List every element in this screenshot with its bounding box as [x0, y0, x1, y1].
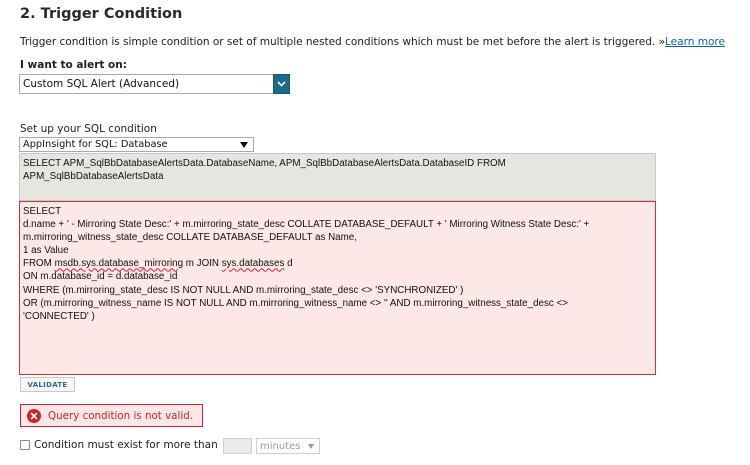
dropdown-arrow-icon	[308, 444, 314, 449]
error-message-box: Query condition is not valid.	[20, 404, 203, 427]
sql-line: SELECT	[23, 206, 62, 217]
sql-prefix-readonly: SELECT APM_SqlBbDatabaseAlertsData.Datab…	[19, 153, 656, 201]
error-x-icon	[27, 408, 41, 423]
section-title: 2. Trigger Condition	[20, 6, 183, 22]
sql-token-misspelled: sys.databases	[221, 258, 285, 270]
condition-duration-checkbox[interactable]	[20, 440, 30, 450]
alert-type-selected-value: Custom SQL Alert (Advanced)	[23, 78, 180, 90]
duration-unit-select[interactable]: minutes	[256, 438, 320, 454]
sql-line: WHERE (m.mirroring_state_desc IS NOT NUL…	[23, 284, 464, 296]
learn-more-link[interactable]: Learn more	[665, 36, 725, 48]
sql-line: ON m.database_id = d.database_id	[23, 271, 178, 283]
sql-condition-label: Set up your SQL condition	[20, 123, 157, 135]
sql-token: FROM	[23, 258, 55, 270]
duration-unit-selected-value: minutes	[260, 441, 301, 452]
alert-type-select[interactable]: Custom SQL Alert (Advanced)	[19, 74, 290, 94]
sql-line: 'CONNECTED' )	[23, 310, 95, 322]
condition-duration-label: Condition must exist for more than	[34, 439, 218, 451]
sql-line: m.mirroring_witness_state_desc COLLATE D…	[23, 232, 357, 244]
chevron-down-icon[interactable]	[273, 74, 290, 94]
sql-line: 1 as Value	[23, 245, 69, 257]
sql-token-misspelled: msdb.sys.database_mirroring	[54, 258, 184, 270]
sql-line: OR (m.mirroring_witness_name IS NOT NULL…	[23, 297, 568, 309]
description-text: Trigger condition is simple condition or…	[20, 36, 659, 48]
section-description: Trigger condition is simple condition or…	[20, 36, 725, 48]
error-message-text: Query condition is not valid.	[48, 409, 194, 422]
sql-line: FROM msdb.sys.database_mirroring m JOIN …	[23, 258, 293, 269]
sql-source-select[interactable]: AppInsight for SQL: Database	[19, 137, 254, 152]
validate-button[interactable]: VALIDATE	[20, 377, 75, 392]
duration-value-input[interactable]	[223, 438, 252, 454]
dropdown-arrow-icon	[240, 142, 248, 148]
sql-source-selected-value: AppInsight for SQL: Database	[23, 139, 168, 150]
sql-condition-editor[interactable]: SELECT d.name + ' - Mirroring State Desc…	[19, 201, 656, 375]
sql-line: d.name + ' - Mirroring State Desc:' + m.…	[23, 219, 590, 231]
sql-token: m JOIN	[183, 258, 222, 270]
sql-token: d	[284, 258, 293, 270]
alert-type-label: I want to alert on:	[20, 59, 127, 71]
